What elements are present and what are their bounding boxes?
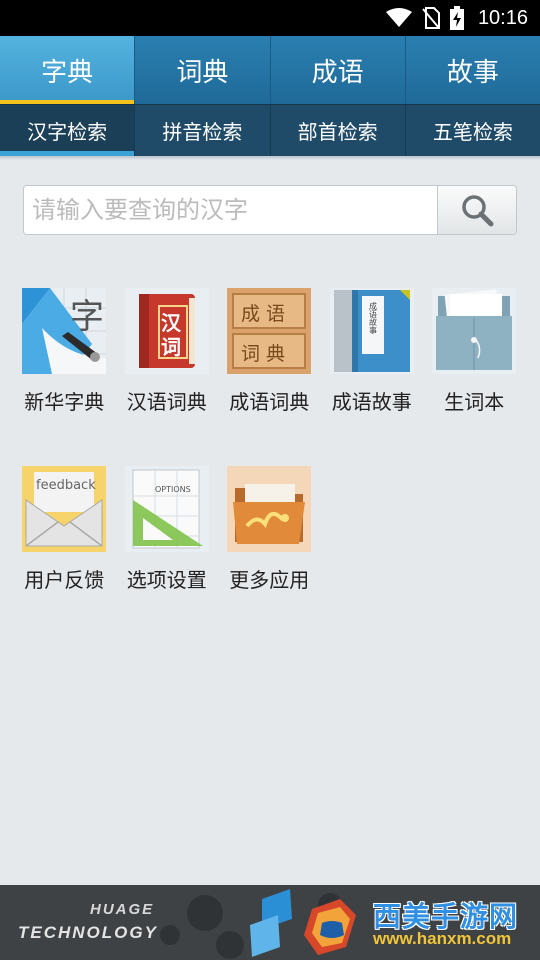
app-row: feedback 用户反馈 OPTIONS 选项设置 更多应用: [13, 466, 533, 644]
subtab-hanzi-search[interactable]: 汉字检索: [0, 105, 136, 156]
search-button[interactable]: [437, 186, 516, 234]
app-hanyu-cidian[interactable]: 汉 词 汉语词典: [116, 288, 219, 466]
app-more-apps[interactable]: 更多应用: [218, 466, 321, 644]
svg-text:OPTIONS: OPTIONS: [155, 485, 191, 494]
app-label: 成语词典: [229, 390, 310, 414]
subtab-radical-search[interactable]: 部首检索: [271, 105, 406, 156]
tab-cidian[interactable]: 词典: [135, 36, 271, 104]
envelope-icon: feedback: [22, 466, 107, 552]
search-icon: [462, 195, 494, 227]
red-book-icon: 汉 词: [124, 288, 209, 374]
svg-text:汉: 汉: [161, 311, 182, 335]
tab-divider: [0, 156, 540, 160]
app-label: 新华字典: [24, 390, 105, 414]
app-options[interactable]: OPTIONS 选项设置: [116, 466, 219, 644]
svg-text:词 典: 词 典: [241, 343, 285, 365]
app-xinhua-zidian[interactable]: 字 新华字典: [13, 288, 116, 466]
watermark-url: www.hanxm.com: [373, 929, 512, 948]
wifi-icon: [385, 8, 412, 27]
svg-text:成语故事: 成语故事: [368, 301, 377, 334]
subtab-pinyin-search[interactable]: 拼音检索: [135, 105, 271, 156]
clock: 10:16: [477, 6, 528, 29]
app-grid: 字 新华字典 汉 词 汉语词典 成 语 词 典 成语词典 成语故事 成语故事 生…: [13, 288, 533, 644]
app-label: 更多应用: [229, 568, 310, 592]
search-input[interactable]: [24, 186, 437, 234]
svg-text:词: 词: [161, 335, 181, 359]
blue-book-icon: 成语故事: [329, 288, 414, 374]
options-icon: OPTIONS: [124, 466, 209, 552]
battery-charging-icon: [449, 6, 464, 30]
tab-gushi[interactable]: 故事: [406, 36, 540, 104]
app-row: 字 新华字典 汉 词 汉语词典 成 语 词 典 成语词典 成语故事 成语故事 生…: [13, 288, 533, 466]
svg-text:字: 字: [70, 297, 104, 337]
open-folder-icon: [227, 466, 312, 552]
main-tab-bar: 字典 词典 成语 故事: [0, 36, 540, 104]
wood-tablet-icon: 成 语 词 典: [227, 288, 312, 374]
app-label: 选项设置: [126, 568, 207, 592]
bottom-banner[interactable]: HUAGE TECHNOLOGY 西美手游网 www.hanxm.com: [0, 885, 540, 960]
app-chengyu-gushi[interactable]: 成语故事 成语故事: [321, 288, 424, 466]
app-chengyu-cidian[interactable]: 成 语 词 典 成语词典: [218, 288, 321, 466]
banner-brand-line2: TECHNOLOGY: [18, 923, 158, 942]
svg-text:feedback: feedback: [36, 478, 96, 493]
app-label: 生词本: [444, 390, 505, 414]
brush-dictionary-icon: 字: [22, 288, 107, 374]
sub-tab-bar: 汉字检索 拼音检索 部首检索 五笔检索: [0, 104, 540, 156]
app-feedback[interactable]: feedback 用户反馈: [13, 466, 116, 644]
svg-text:成 语: 成 语: [241, 303, 285, 325]
folder-icon: [432, 288, 517, 374]
app-label: 用户反馈: [24, 568, 105, 592]
app-label: 成语故事: [331, 390, 412, 414]
subtab-wubi-search[interactable]: 五笔检索: [406, 105, 540, 156]
banner-brand-line1: HUAGE: [90, 901, 155, 918]
app-label: 汉语词典: [126, 390, 207, 414]
search-bar: [23, 185, 517, 235]
tab-zidian[interactable]: 字典: [0, 36, 136, 104]
tab-chengyu[interactable]: 成语: [271, 36, 406, 104]
no-sim-icon: [422, 7, 440, 29]
app-shengci-ben[interactable]: 生词本: [423, 288, 526, 466]
status-bar: 10:16: [0, 0, 540, 36]
